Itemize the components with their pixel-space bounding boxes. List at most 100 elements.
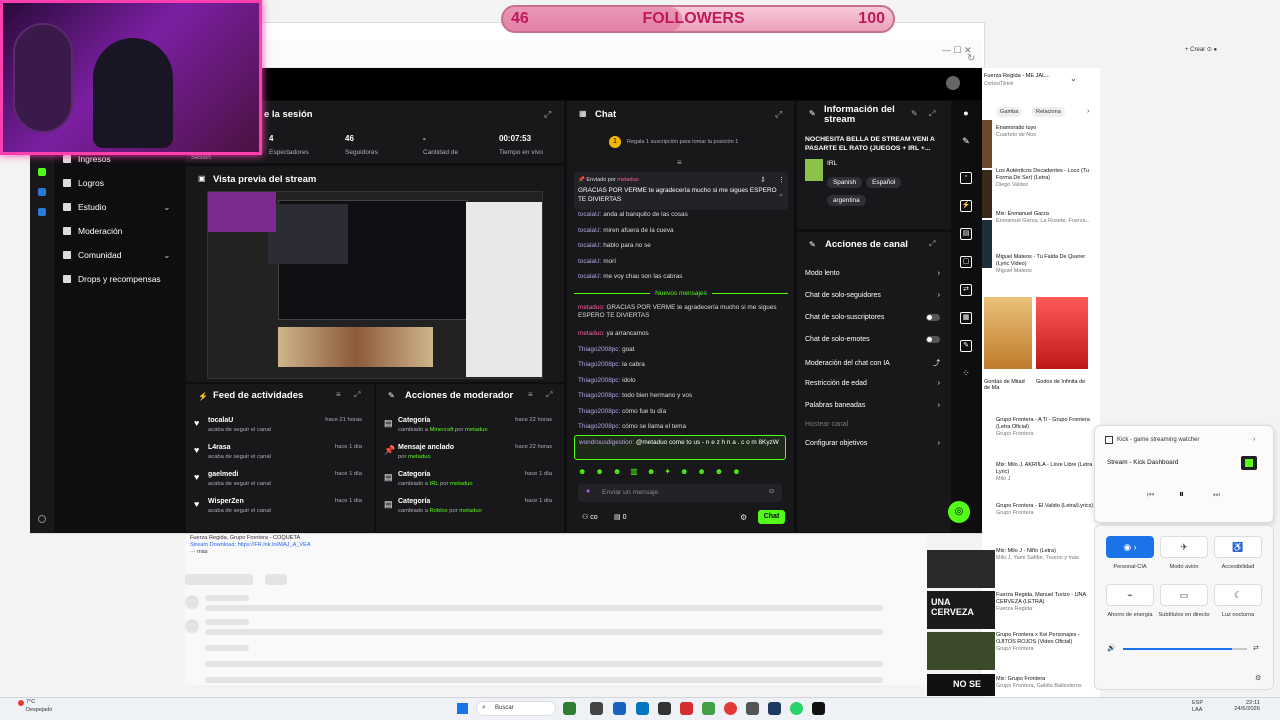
- taskbar-search[interactable]: ⌕ Buscar: [476, 701, 556, 716]
- video-thumbnail[interactable]: [982, 170, 992, 218]
- chat-input[interactable]: ● Enviar un mensaje ☺: [578, 484, 782, 502]
- battery-icon[interactable]: ⌁: [1106, 584, 1154, 606]
- action-ai-moderation[interactable]: Moderación del chat con IA ⤴: [805, 358, 940, 368]
- windows-start-icon[interactable]: [457, 703, 468, 714]
- recommended-video[interactable]: Fuerza Regida, Manuel Turizo - UNA CERVE…: [996, 592, 1096, 613]
- recommended-video[interactable]: Grupo Frontera - El Valido (Letra/Lyrics…: [996, 503, 1096, 517]
- stream-preview-video[interactable]: [207, 191, 543, 379]
- bolt-icon[interactable]: ⚡: [960, 200, 972, 212]
- action-slow-mode[interactable]: Modo lento ›: [805, 270, 940, 277]
- filter-icon[interactable]: ≡: [336, 390, 341, 399]
- video-thumbnail[interactable]: [927, 550, 995, 588]
- chevron-down-icon[interactable]: ⌄: [1070, 74, 1077, 83]
- short-title[interactable]: Godos de Infinita de: [1036, 379, 1088, 385]
- tool-icon[interactable]: [38, 208, 46, 216]
- taskbar-app-icon[interactable]: [768, 702, 781, 715]
- list-icon[interactable]: ▤: [960, 228, 972, 240]
- video-thumbnail[interactable]: [982, 220, 992, 268]
- next-icon[interactable]: ⏭: [1213, 490, 1220, 500]
- taskbar-app-icon[interactable]: [702, 702, 715, 715]
- expand-icon[interactable]: ›: [1253, 436, 1255, 443]
- info-icon[interactable]: ●: [960, 108, 972, 120]
- taskbar-app-icon[interactable]: [746, 702, 759, 715]
- action-banned-words[interactable]: Palabras baneadas ›: [805, 402, 940, 409]
- expand-icon[interactable]: ⤢: [929, 109, 935, 119]
- recommended-video[interactable]: Mix: Milo J, AKRIILA - Llore Libre (Letr…: [996, 462, 1096, 483]
- kick-icon[interactable]: [38, 168, 46, 176]
- feed-list[interactable]: ♥ tocalaU acaba de seguir el canal hace 21 …: [186, 414, 376, 532]
- toggle-switch[interactable]: [926, 336, 940, 343]
- language-indicator[interactable]: ESP LAA: [1192, 700, 1208, 714]
- wrench-icon[interactable]: ✎: [960, 340, 972, 352]
- nav-item-ingresos[interactable]: Ingresos: [63, 154, 111, 164]
- pinned-message[interactable]: 📌 Enviado por metaduo ⇩ ⋮ GRACIAS POR VE…: [574, 172, 788, 210]
- taskbar-app-icon[interactable]: [590, 702, 603, 715]
- filter-icon[interactable]: ≡: [528, 390, 533, 399]
- expand-icon[interactable]: ⤢: [354, 390, 360, 400]
- settings-icon[interactable]: [38, 515, 46, 523]
- expand-icon[interactable]: ⤢: [775, 109, 782, 120]
- emote-bar[interactable]: ☻ ☻ ☻ ▥ ☻ ✦ ☻ ☻ ☻ ☻: [578, 467, 788, 479]
- taskbar-app-icon[interactable]: [724, 702, 737, 715]
- chip[interactable]: Relaciona: [1032, 107, 1065, 117]
- gear-icon[interactable]: ⚙: [1255, 674, 1261, 682]
- toggle-switch[interactable]: [926, 314, 940, 321]
- chat-icon[interactable]: ▢: [960, 256, 972, 268]
- short-title[interactable]: Gordas de Mitad de Ma: [984, 379, 1032, 391]
- pin-icon[interactable]: ⇩: [760, 176, 766, 184]
- recommended-video[interactable]: Enamorado tuyo Cuarteto de Nos: [996, 125, 1096, 139]
- action-goals[interactable]: Configurar objetivos ›: [805, 440, 940, 447]
- grid-icon[interactable]: ⁘: [960, 368, 972, 380]
- expand-icon[interactable]: ⤢: [546, 390, 552, 400]
- gift-banner[interactable]: Regala 1 suscripción para tomar la posic…: [627, 139, 738, 145]
- taskbar-app-icon[interactable]: [680, 702, 693, 715]
- points-counter[interactable]: ▤ 0: [614, 513, 626, 521]
- tag[interactable]: Spanish: [827, 177, 863, 188]
- short-thumbnail[interactable]: [1036, 297, 1088, 369]
- video-thumbnail[interactable]: [927, 632, 995, 670]
- toolbar-icons[interactable]: + Crear ⊙ ●: [1185, 46, 1217, 53]
- points-icon[interactable]: ⚇ co: [582, 513, 598, 521]
- mod-actions-list[interactable]: ▤ Categoría cambiado a Minecraft por metad…: [376, 414, 566, 532]
- recommended-video[interactable]: Mix: Milo J - Niño (Letra) Milo J, Yami S…: [996, 548, 1096, 562]
- nav-item-moderacion[interactable]: Moderación: [63, 226, 122, 236]
- audio-output-icon[interactable]: ⇄: [1253, 644, 1259, 652]
- action-emotes-only[interactable]: Chat de solo-emotes: [805, 336, 940, 343]
- nav-item-drops[interactable]: Drops y recompensas: [63, 274, 161, 284]
- now-playing-title[interactable]: Fuerza Regida - ME JAL...: [984, 73, 1050, 79]
- tool-icon[interactable]: [38, 188, 46, 196]
- nav-item-logros[interactable]: Logros: [63, 178, 104, 188]
- recommended-video[interactable]: Mix: Enmanuel Garza Enmanuel Garza, La Ro…: [996, 211, 1096, 225]
- recommended-video[interactable]: Grupo Frontera - A Ti - Grupo Frontera (…: [996, 417, 1096, 438]
- chevron-down-icon[interactable]: ⌄: [778, 190, 784, 198]
- recommended-video[interactable]: Los Auténticos Decadentes - Loco (Tu For…: [996, 168, 1096, 189]
- tag[interactable]: argentina: [827, 195, 866, 206]
- tag[interactable]: Español: [866, 177, 902, 188]
- wifi-icon[interactable]: ◉ ›: [1106, 536, 1154, 558]
- video-thumbnail[interactable]: NO SE: [927, 674, 995, 696]
- gear-icon[interactable]: ⚙: [740, 513, 747, 522]
- taskbar-app-icon[interactable]: [636, 702, 649, 715]
- accessibility-icon[interactable]: ♿: [1214, 536, 1262, 558]
- video-thumbnail[interactable]: UNA CERVEZA: [927, 591, 995, 629]
- edit-icon[interactable]: ✎: [960, 136, 972, 148]
- taskbar-app-icon[interactable]: [613, 702, 626, 715]
- recommended-video[interactable]: Miguel Mateos - Tu Falda De Querer (Lyri…: [996, 254, 1096, 275]
- filter-icon[interactable]: ≡: [677, 158, 682, 167]
- expand-icon[interactable]: ⤢: [544, 109, 551, 120]
- action-age-restriction[interactable]: Restricción de edad ›: [805, 380, 940, 387]
- reload-icon[interactable]: ↻: [967, 53, 975, 64]
- edit-icon[interactable]: ✎: [911, 109, 918, 118]
- tool-icon[interactable]: ▫: [960, 172, 972, 184]
- emoji-icon[interactable]: ☺: [768, 488, 775, 495]
- recommended-video[interactable]: Mix: Grupo Frontera Grupo Frontera, Gabit…: [996, 676, 1096, 690]
- previous-icon[interactable]: ⏮: [1147, 490, 1154, 500]
- volume-slider[interactable]: [1123, 648, 1247, 650]
- send-chat-button[interactable]: Chat: [758, 510, 785, 524]
- more-icon[interactable]: ⋮: [778, 176, 785, 184]
- action-followers-only[interactable]: Chat de solo-seguidores ›: [805, 292, 940, 299]
- speaker-icon[interactable]: 🔊: [1107, 644, 1116, 652]
- nav-item-comunidad[interactable]: Comunidad ⌄: [63, 250, 171, 260]
- airplane-icon[interactable]: ✈: [1160, 536, 1208, 558]
- help-icon[interactable]: ◎: [948, 501, 970, 523]
